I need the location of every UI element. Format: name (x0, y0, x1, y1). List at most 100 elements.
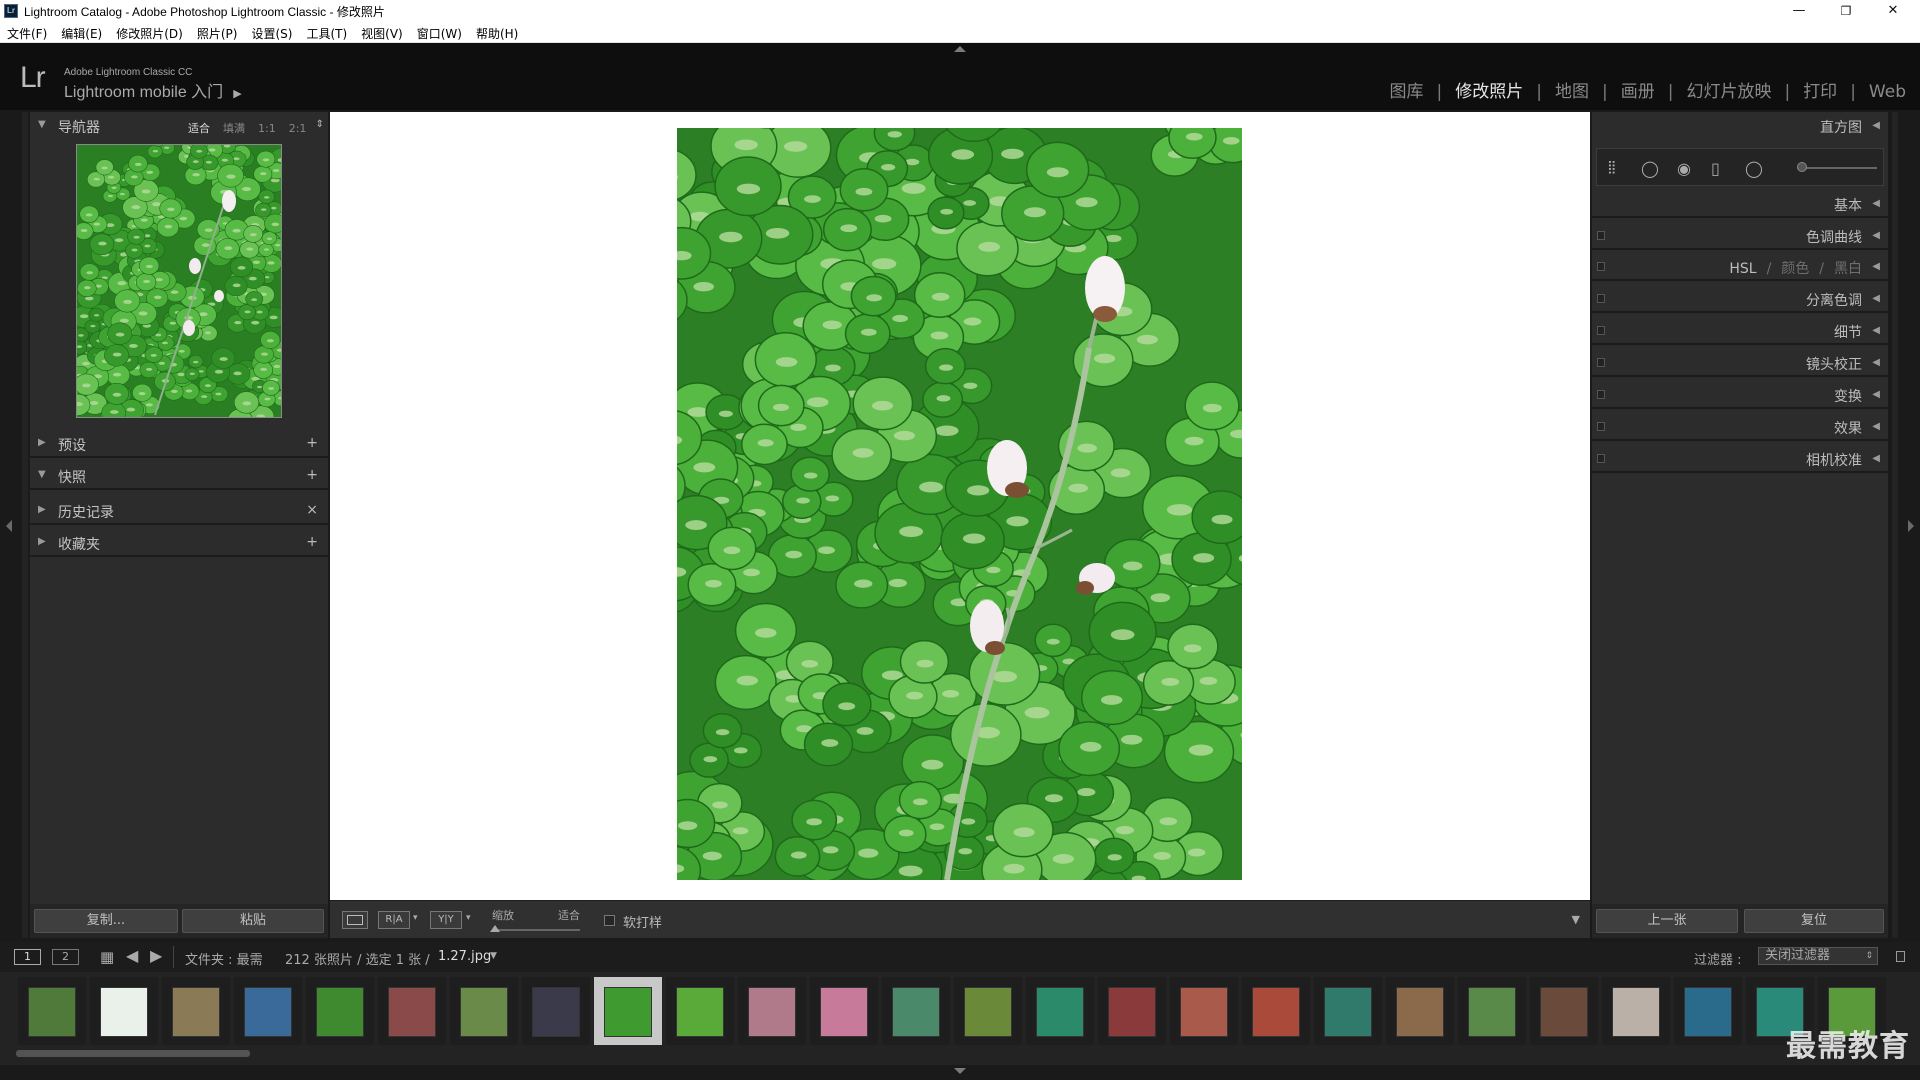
radial-filter-icon[interactable]: ◯ (1745, 159, 1763, 178)
panel-switch-icon[interactable] (1597, 326, 1605, 335)
minimize-button[interactable]: — (1776, 0, 1822, 22)
module-library[interactable]: 图库 (1390, 77, 1424, 102)
zoom-2-1[interactable]: 2:1 (289, 122, 307, 135)
graduated-filter-icon[interactable]: ▯ (1711, 159, 1720, 178)
navigator-header[interactable]: ▼ 导航器 适合 填满 1:1 2:1 ⇕ (30, 112, 328, 140)
file-dropdown-icon[interactable]: ▼ (490, 951, 497, 961)
zoom-stepper-icon[interactable]: ⇕ (316, 119, 324, 130)
filmstrip-thumbnail[interactable] (1530, 977, 1598, 1045)
module-slideshow[interactable]: 幻灯片放映 (1686, 77, 1771, 102)
filmstrip-thumbnail[interactable] (450, 977, 518, 1045)
zoom-fit[interactable]: 适合 (188, 122, 210, 135)
menu-edit[interactable]: 编辑(E) (61, 22, 102, 42)
crop-tool-icon[interactable]: ⣿ (1607, 160, 1617, 175)
menu-file[interactable]: 文件(F) (7, 22, 47, 42)
close-button[interactable]: ✕ (1870, 0, 1916, 22)
main-photo[interactable] (677, 128, 1242, 880)
histogram-header[interactable]: 直方图 ◀ (1592, 112, 1888, 140)
filmstrip-thumbnail[interactable] (306, 977, 374, 1045)
brush-slider[interactable] (1797, 167, 1877, 169)
module-develop[interactable]: 修改照片 (1455, 77, 1523, 102)
menu-settings[interactable]: 设置(S) (251, 22, 292, 42)
bw-tab[interactable]: 黑白 (1834, 261, 1862, 277)
hsl-tab[interactable]: HSL (1729, 261, 1756, 277)
module-book[interactable]: 画册 (1621, 77, 1655, 102)
paste-settings-button[interactable]: 粘贴 (182, 909, 324, 933)
panel-switch-icon[interactable] (1597, 294, 1605, 303)
filmstrip-thumbnail[interactable] (18, 977, 86, 1045)
mobile-link[interactable]: Lightroom mobile 入门 ▶ (64, 78, 242, 102)
collapse-top-panel-icon[interactable] (954, 46, 966, 52)
zoom-slider-thumb-icon[interactable] (490, 925, 500, 932)
transform-header[interactable]: 变换 ◀ (1592, 381, 1888, 409)
menu-tools[interactable]: 工具(T) (306, 22, 347, 42)
red-eye-icon[interactable]: ◉ (1677, 159, 1691, 178)
zoom-1-1[interactable]: 1:1 (258, 122, 276, 135)
effects-header[interactable]: 效果 ◀ (1592, 413, 1888, 441)
tone-curve-header[interactable]: 色调曲线 ◀ (1592, 222, 1888, 250)
filmstrip-thumbnail[interactable] (234, 977, 302, 1045)
second-window-button[interactable]: 2 (52, 949, 79, 965)
filmstrip-thumbnail[interactable] (1458, 977, 1526, 1045)
filmstrip-thumbnail[interactable] (162, 977, 230, 1045)
before-after-icon[interactable]: R|A (378, 911, 410, 929)
filmstrip-thumbnail[interactable] (1386, 977, 1454, 1045)
brush-slider-knob[interactable] (1797, 162, 1807, 172)
menu-view[interactable]: 视图(V) (361, 22, 403, 42)
detail-header[interactable]: 细节 ◀ (1592, 317, 1888, 345)
filmstrip-thumbnail[interactable] (1602, 977, 1670, 1045)
filter-lock-icon[interactable] (1896, 951, 1905, 962)
panel-switch-icon[interactable] (1597, 358, 1605, 367)
collections-header[interactable]: ▶ 收藏夹 + (30, 529, 328, 557)
spot-removal-icon[interactable]: ◯ (1641, 159, 1659, 178)
menu-window[interactable]: 窗口(W) (417, 22, 462, 42)
filmstrip-thumbnail[interactable] (1314, 977, 1382, 1045)
zoom-fill[interactable]: 填满 (223, 122, 245, 135)
filmstrip-thumbnail[interactable] (90, 977, 158, 1045)
filmstrip-thumbnail[interactable] (738, 977, 806, 1045)
add-preset-icon[interactable]: + (306, 435, 318, 451)
hsl-header[interactable]: HSL / 颜色 / 黑白 ◀ (1592, 253, 1888, 281)
panel-switch-icon[interactable] (1597, 231, 1605, 240)
filmstrip-thumbnail[interactable] (1098, 977, 1166, 1045)
current-file[interactable]: 1.27.jpg (438, 949, 491, 964)
main-window-button[interactable]: 1 (14, 949, 41, 965)
copy-settings-button[interactable]: 复制... (34, 909, 178, 933)
grid-view-icon[interactable]: ▦ (100, 948, 114, 966)
loupe-view[interactable] (330, 112, 1590, 900)
forward-arrow-icon[interactable]: ▶ (150, 946, 162, 965)
menu-develop[interactable]: 修改照片(D) (116, 22, 183, 42)
filmstrip-thumbnail[interactable] (522, 977, 590, 1045)
collapse-filmstrip-icon[interactable] (954, 1068, 966, 1074)
add-snapshot-icon[interactable]: + (306, 467, 318, 483)
filmstrip-thumbnail[interactable] (1242, 977, 1310, 1045)
collapse-right-panel-icon[interactable] (1908, 520, 1914, 532)
add-collection-icon[interactable]: + (306, 534, 318, 550)
split-toning-header[interactable]: 分离色调 ◀ (1592, 285, 1888, 313)
filmstrip-thumbnail[interactable] (882, 977, 950, 1045)
panel-switch-icon[interactable] (1597, 454, 1605, 463)
color-tab[interactable]: 颜色 (1781, 261, 1809, 277)
filter-dropdown[interactable]: 关闭过滤器 ⇕ (1758, 947, 1878, 965)
clear-history-icon[interactable]: × (306, 502, 318, 518)
panel-switch-icon[interactable] (1597, 390, 1605, 399)
collapse-left-panel-icon[interactable] (6, 520, 12, 532)
soft-proof-checkbox[interactable] (604, 915, 615, 926)
panel-switch-icon[interactable] (1597, 422, 1605, 431)
filmstrip-thumbnail[interactable] (1170, 977, 1238, 1045)
camera-calibration-header[interactable]: 相机校准 ◀ (1592, 445, 1888, 473)
reset-button[interactable]: 复位 (1744, 909, 1884, 933)
zoom-slider[interactable] (492, 929, 580, 931)
copy-before-after-icon[interactable]: Y|Y (430, 911, 462, 929)
module-map[interactable]: 地图 (1555, 77, 1589, 102)
filmstrip-thumbnail[interactable] (810, 977, 878, 1045)
filmstrip-scrollbar[interactable] (16, 1050, 250, 1057)
source-folder[interactable]: 文件夹 : 最需 (185, 949, 263, 968)
history-header[interactable]: ▶ 历史记录 × (30, 497, 328, 525)
filmstrip-thumbnail[interactable] (1674, 977, 1742, 1045)
module-print[interactable]: 打印 (1803, 77, 1837, 102)
module-web[interactable]: Web (1869, 82, 1906, 102)
menu-photo[interactable]: 照片(P) (197, 22, 238, 42)
loupe-view-icon[interactable] (342, 911, 368, 929)
snapshots-header[interactable]: ▼ 快照 + (30, 462, 328, 490)
